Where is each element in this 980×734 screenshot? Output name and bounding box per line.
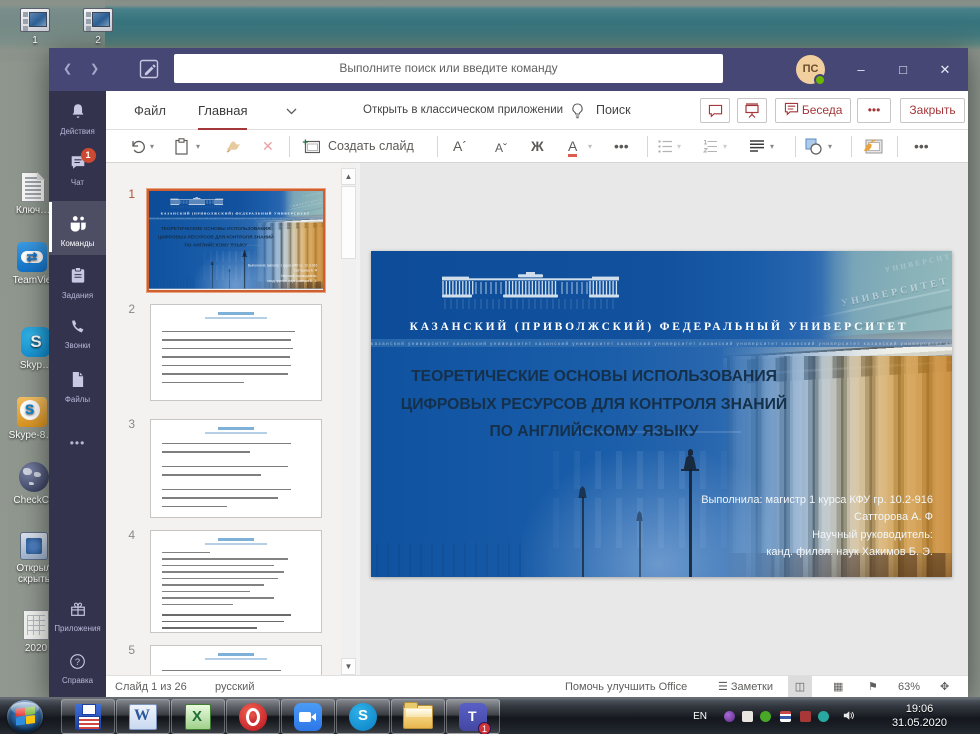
- svg-text:?: ?: [75, 657, 80, 667]
